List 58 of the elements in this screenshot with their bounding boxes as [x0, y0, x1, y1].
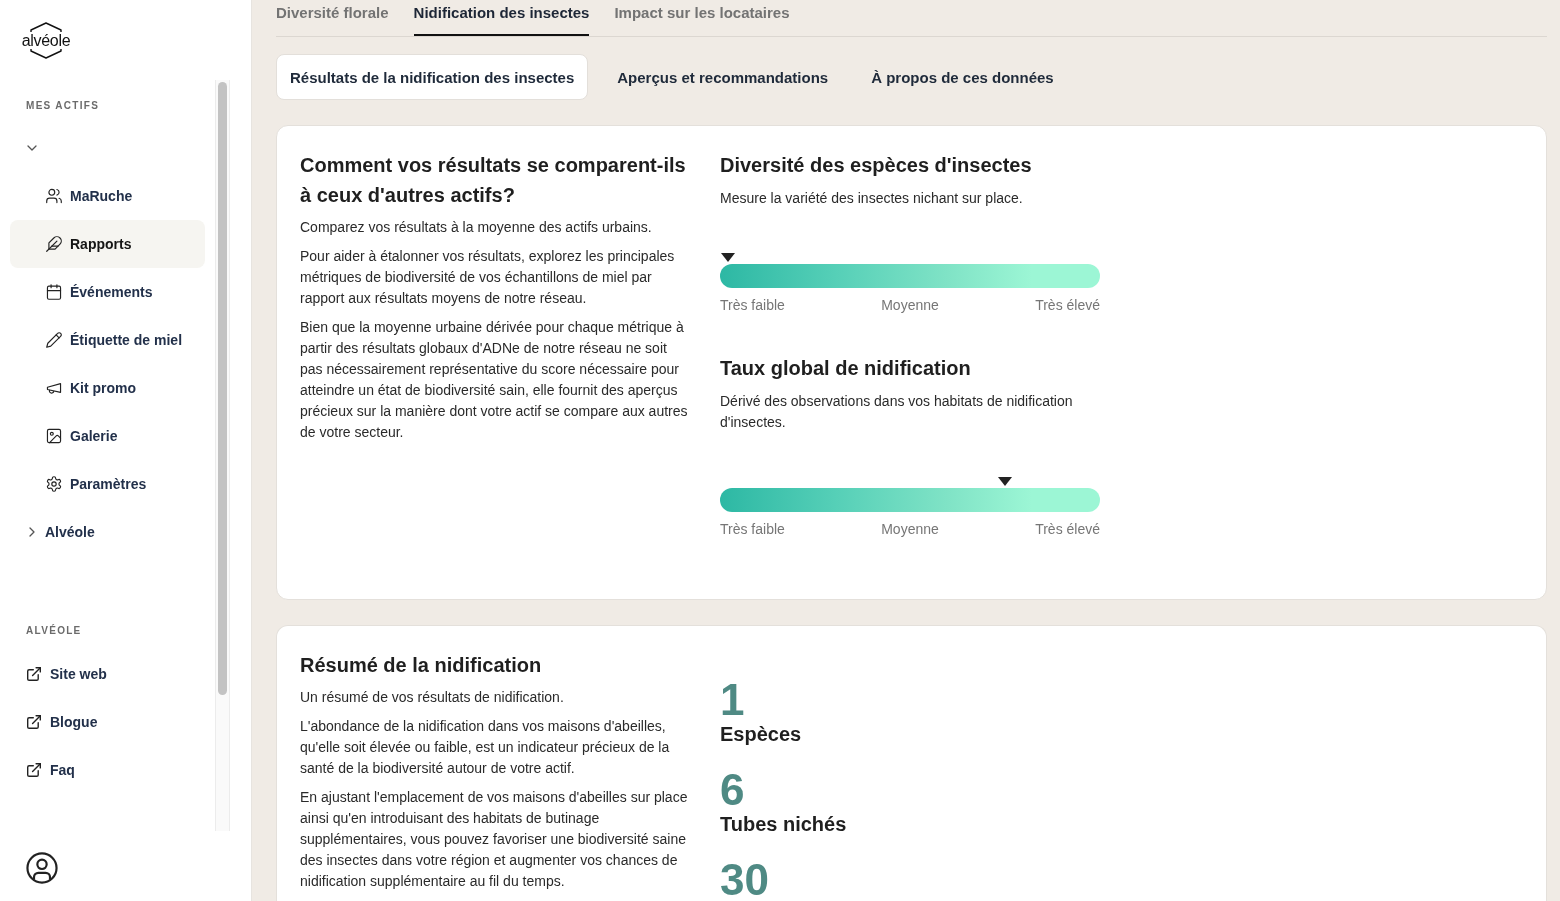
- card-title: Résumé de la nidification: [300, 653, 543, 678]
- nav-item[interactable]: Kit promo: [10, 364, 205, 412]
- paragraph: Comparez vos résultats à la moyenne des actifs urbains.: [300, 218, 653, 237]
- metric-title: Diversité des espèces d'insectes: [720, 153, 1033, 178]
- metric-description: Mesure la variété des insectes nichant sur place.: [720, 189, 1024, 208]
- chevron-down-icon[interactable]: [27, 145, 37, 151]
- external-link[interactable]: Faq: [27, 760, 75, 780]
- section-label: ALVÉOLE: [25, 625, 83, 637]
- users-icon: [46, 188, 62, 204]
- scale-label: Très élevé: [1035, 296, 1100, 315]
- paragraph: Bien que la moyenne urbaine dérivée pour chaque métrique à partir des résultats globaux d'ADNe de notre réseau ne soit pas nécessairement représentative du score nécessaire pour atteindre un état de biodiversité sain, elle fournit des aperçus précieux sur la manière dont votre actif se compare aux autres de votre secteur.: [300, 318, 689, 442]
- image-icon: [46, 428, 62, 444]
- hexagon-top-icon: [30, 22, 62, 32]
- calendar-icon: [46, 284, 62, 300]
- external-link[interactable]: Site web: [27, 664, 107, 684]
- stat-value: 6: [720, 771, 746, 809]
- scale-label: Moyenne: [881, 296, 939, 315]
- metric-description: Dérivé des observations dans vos habitats de nidification d'insectes.: [720, 392, 1074, 432]
- stat-label: Espèces: [720, 722, 803, 747]
- nav-item[interactable]: Galerie: [10, 412, 205, 460]
- scale-label: Très faible: [720, 296, 785, 315]
- logo-text: alvéole: [21, 32, 71, 49]
- nav-item[interactable]: Paramètres: [10, 460, 205, 508]
- feather-icon: [46, 236, 62, 252]
- paragraph: Pour aider à étalonner vos résultats, explorez les principales métriques de biodiversité de vos échantillons de miel par rapport aux résultats moyens de notre réseau.: [300, 247, 676, 308]
- external-link[interactable]: Blogue: [27, 712, 98, 732]
- section-label: MES ACTIFS: [25, 100, 101, 112]
- paragraph: L'abondance de la nidification dans vos maisons d'abeilles, qu'elle soit élevée ou faible, est un indicateur précieux de la santé de la biodiversité autour de votre actif.: [300, 717, 671, 778]
- scale-label: Moyenne: [881, 520, 939, 539]
- tab[interactable]: Nidification des insectes: [413, 0, 590, 36]
- megaphone-icon: [46, 380, 62, 396]
- tree-group-toggle[interactable]: Alvéole: [27, 522, 95, 542]
- stat-value: 1: [720, 681, 746, 719]
- nav-item[interactable]: MaRuche: [10, 172, 205, 220]
- card-title: Comment vos résultats se comparent-ils à ceux d'autres actifs?: [300, 153, 687, 208]
- external-link-icon: [27, 667, 41, 681]
- stat-value: 30: [720, 861, 770, 899]
- scale-label: Très élevé: [1035, 520, 1100, 539]
- nav-item[interactable]: Rapports: [10, 220, 205, 268]
- paragraph: Un résumé de vos résultats de nidification.: [300, 688, 565, 707]
- nav-item[interactable]: Étiquette de miel: [10, 316, 205, 364]
- external-link-icon: [27, 763, 41, 777]
- paragraph: En ajustant l'emplacement de vos maisons d'abeilles sur place ainsi qu'en introduisant des habitats de butinage supplémentaires, vous pouvez favoriser une biodiversité saine des insectes dans votre région et augmenter vos chances de nidification supplémentaire au fil du temps.: [300, 788, 689, 891]
- subtab[interactable]: Résultats de la nidification des insectes: [276, 54, 589, 100]
- nav-item[interactable]: Événements: [10, 268, 205, 316]
- external-link-icon: [27, 715, 41, 729]
- subtab[interactable]: Aperçus et recommandations: [603, 54, 843, 100]
- user-avatar-icon[interactable]: [26, 852, 58, 884]
- scrollbar-thumb[interactable]: [218, 82, 227, 695]
- settings-icon: [46, 476, 62, 492]
- subtab[interactable]: À propos de ces données: [857, 54, 1068, 100]
- tab[interactable]: Impact sur les locataires: [614, 0, 790, 36]
- scale-label: Très faible: [720, 520, 785, 539]
- metric-title: Taux global de nidification: [720, 356, 972, 381]
- stat-label: Tubes nichés: [720, 812, 847, 837]
- pencil-icon: [46, 332, 62, 348]
- hexagon-bottom-icon: [30, 49, 62, 59]
- tab[interactable]: Diversité florale: [276, 0, 389, 36]
